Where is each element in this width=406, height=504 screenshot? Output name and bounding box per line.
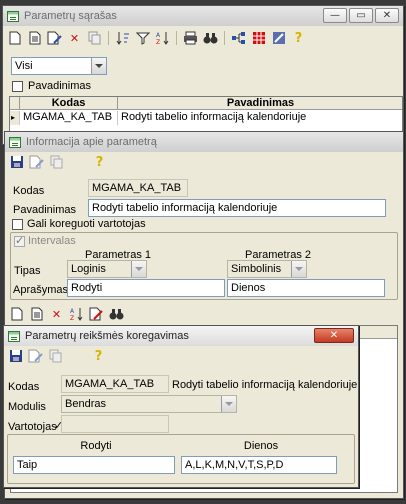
vartotojas-field[interactable] [61,415,169,433]
new-document-icon[interactable] [6,30,23,46]
copy-icon[interactable] [86,30,103,46]
tools-icon[interactable] [270,30,287,46]
edit-record-icon[interactable] [46,30,63,46]
minimize-button[interactable]: — [323,8,347,23]
kodas-label: Kodas [13,185,45,197]
aprasymas2-field[interactable]: Dienos [227,279,385,297]
sort-icon[interactable] [114,30,131,46]
tipas2-value: Simbolinis [231,263,282,275]
parameter-value-edit-titlebar[interactable]: Parametrų reikšmės koregavimas ✕ [4,326,358,346]
filter-select-value: Visi [15,60,33,72]
values-toolbar: ✕ AZ [5,305,403,323]
find-binoculars-icon[interactable] [202,30,219,46]
gali-koreguoti-label: Gali koreguoti vartotojas [27,218,146,230]
tipas2-select[interactable]: Simbolinis [227,260,307,278]
rodyti-column-header: Rodyti [80,440,112,452]
sort-az-icon[interactable]: AZ [68,306,85,322]
dienos-column-header: Dienos [243,440,279,452]
table-row-marker[interactable]: ▸ [10,111,20,125]
table-row-selector-header [10,97,20,110]
kodas-label: Kodas [8,381,40,393]
kodas-description: Rodyti tabelio informaciją kalendoriuje [172,379,358,391]
toolbar-separator [224,31,225,45]
edit-record-icon[interactable] [28,154,45,170]
value-edit-toolbar: ? [4,347,358,365]
delete-icon[interactable]: ✕ [48,306,65,322]
kodas-field[interactable]: MGAMA_KA_TAB [61,375,169,393]
edit-record-icon[interactable] [27,348,44,364]
parameter-list-window: Parametrų sąrašas — ▭ ✕ ✕ AZ ? Visi Pava… [2,5,404,145]
filter-select[interactable]: Visi [11,57,107,75]
modulis-label: Modulis [8,401,46,413]
dienos-value-field[interactable]: A,L,K,M,N,V,T,S,P,D [181,456,337,474]
parameter-list-toolbar: ✕ AZ ? [3,29,403,47]
help-icon[interactable]: ? [91,154,108,170]
intervalas-checkbox[interactable] [14,234,25,247]
column-header-kodas[interactable]: Kodas [20,97,118,110]
filter-icon[interactable] [134,30,151,46]
pavadinimas-field[interactable]: Rodyti tabelio informaciją kalendoriuje [88,199,386,217]
edit-filter-icon[interactable] [88,306,105,322]
gali-koreguoti-checkbox[interactable] [12,219,23,230]
aprasymas-label: Aprašymas [13,284,69,296]
copy-icon[interactable] [47,348,64,364]
table-cell-kodas[interactable]: MGAMA_KA_TAB [20,111,118,125]
save-icon[interactable] [7,348,24,364]
print-icon[interactable] [182,30,199,46]
chevron-down-icon[interactable] [221,396,236,412]
help-icon[interactable]: ? [290,30,307,46]
delete-icon[interactable]: ✕ [66,30,83,46]
tipas1-value: Loginis [71,263,106,275]
svg-text:Z: Z [70,315,74,321]
column-header-pavadinimas[interactable]: Pavadinimas [118,97,402,110]
vartotojas-label: Vartotojas [8,421,57,433]
parameter-value-edit-window: Parametrų reikšmės koregavimas ✕ ? Kodas… [3,325,359,488]
close-button[interactable]: ✕ [314,328,354,343]
tree-structure-icon[interactable] [230,30,247,46]
tipas-label: Tipas [14,265,41,277]
save-icon[interactable] [8,154,25,170]
svg-text:A: A [156,32,161,39]
aprasymas1-field[interactable]: Rodyti [67,279,225,297]
window-title: Parametrų sąrašas [24,10,117,22]
toolbar-separator [108,31,109,45]
new-document-icon[interactable] [8,306,25,322]
pavadinimas-checkbox[interactable] [12,81,23,92]
open-document-icon[interactable] [26,30,43,46]
close-button[interactable]: ✕ [375,8,399,23]
grid-settings-icon[interactable] [250,30,267,46]
tipas1-select[interactable]: Loginis [67,260,147,278]
pavadinimas-checkbox-label: Pavadinimas [28,80,91,92]
app-icon [9,136,21,148]
window-title: Parametrų reikšmės koregavimas [25,330,189,342]
pavadinimas-label: Pavadinimas [13,204,76,216]
modulis-value: Bendras [65,398,106,410]
svg-text:A: A [70,308,75,315]
svg-text:Z: Z [156,39,160,45]
find-binoculars-icon[interactable] [108,306,125,322]
toolbar-separator [176,31,177,45]
parameter-list-titlebar[interactable]: Parametrų sąrašas — ▭ ✕ [3,6,403,26]
intervalas-label: Intervalas [28,235,76,247]
rodyti-value-field[interactable]: Taip [13,456,175,474]
table-cell-pavadinimas[interactable]: Rodyti tabelio informaciją kalendoriuje [118,111,402,125]
maximize-button[interactable]: ▭ [349,8,373,23]
modulis-select[interactable]: Bendras [61,395,237,413]
kodas-field[interactable]: MGAMA_KA_TAB [88,179,188,197]
sort-az-icon[interactable]: AZ [154,30,171,46]
window-title: Informacija apie parametrą [26,136,157,148]
parameter-info-titlebar[interactable]: Informacija apie parametrą [5,132,403,152]
parameter-info-toolbar: ? [5,153,403,171]
open-document-icon[interactable] [28,306,45,322]
chevron-down-icon[interactable] [91,58,106,74]
app-icon [7,10,19,22]
help-icon[interactable]: ? [90,348,107,364]
copy-icon[interactable] [48,154,65,170]
app-icon [8,330,20,342]
chevron-down-icon[interactable] [131,261,146,277]
chevron-down-icon[interactable] [291,261,306,277]
